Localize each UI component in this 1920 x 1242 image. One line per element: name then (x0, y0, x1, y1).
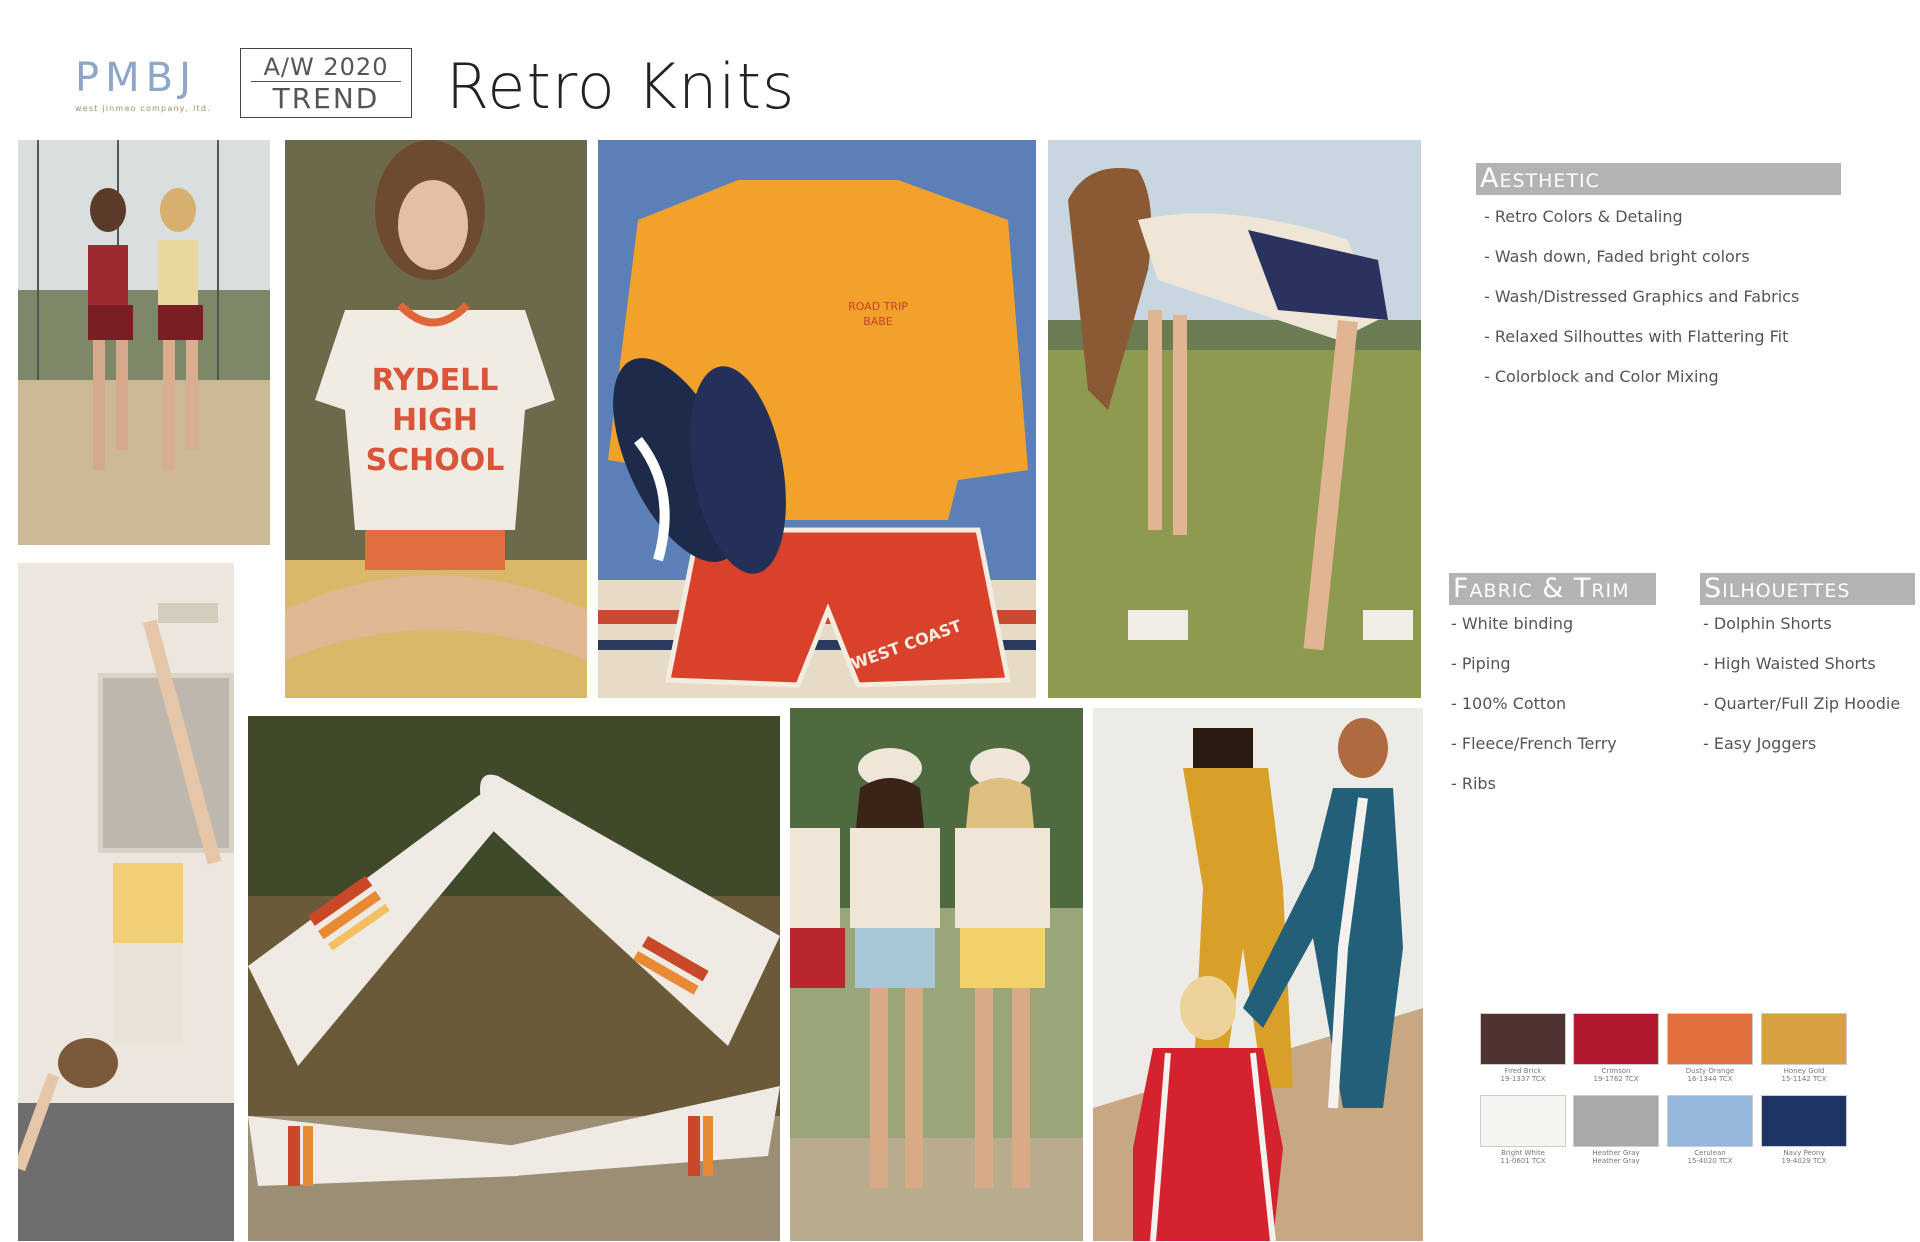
color-swatch: Dusty Orange 16-1344 TCX (1667, 1013, 1753, 1083)
list-item: - Colorblock and Color Mixing (1484, 367, 1719, 386)
swatch-code: 15-1142 TCX (1781, 1075, 1827, 1083)
swatch-code: 19-1762 TCX (1593, 1075, 1639, 1083)
swatch-code: 19-1337 TCX (1500, 1075, 1546, 1083)
logo-subtitle: west jinmao company, ltd. (75, 104, 211, 113)
list-item: - Easy Joggers (1703, 734, 1817, 753)
swatch-chip (1761, 1095, 1847, 1147)
page-title: Retro Knits (446, 50, 796, 123)
svg-text:RYDELL: RYDELL (372, 363, 499, 398)
photo-tracksuits-group (1093, 708, 1423, 1241)
photo-orange-sweatshirt-flatlay: ROAD TRIP BABE WEST COAST (598, 140, 1036, 698)
logo-initials: PMBJ (75, 55, 197, 101)
list-item: - Quarter/Full Zip Hoodie (1703, 694, 1901, 713)
color-swatch: Cerulean 15-4020 TCX (1667, 1095, 1753, 1165)
trend-badge: A/W 2020 TREND (240, 48, 412, 118)
silhouettes-list: - Dolphin Shorts - High Waisted Shorts -… (1703, 614, 1900, 774)
photo-handstand (18, 563, 234, 1241)
swatch-code: 15-4020 TCX (1687, 1157, 1733, 1165)
swatch-chip (1480, 1095, 1566, 1147)
swatch-label: Fired Brick (1504, 1067, 1542, 1075)
list-item: - Piping (1451, 654, 1511, 673)
color-swatch: Bright White 11-0601 TCX (1480, 1095, 1566, 1165)
swatch-chip (1573, 1013, 1659, 1065)
color-swatch: Navy Peony 19-4029 TCX (1761, 1095, 1847, 1165)
svg-text:HIGH: HIGH (392, 403, 478, 438)
list-item: - Retro Colors & Detaling (1484, 207, 1683, 226)
swatch-chip (1480, 1013, 1566, 1065)
color-swatch: Crimson 19-1762 TCX (1573, 1013, 1659, 1083)
list-item: - Ribs (1451, 774, 1496, 793)
swatch-chip (1667, 1095, 1753, 1147)
list-item: - 100% Cotton (1451, 694, 1567, 713)
swatch-code: 19-4029 TCX (1781, 1157, 1827, 1165)
svg-text:SCHOOL: SCHOOL (366, 443, 505, 478)
list-item: - Fleece/French Terry (1451, 734, 1617, 753)
list-item: - Wash down, Faded bright colors (1484, 247, 1750, 266)
fabric-trim-list: - White binding - Piping - 100% Cotton -… (1451, 614, 1617, 814)
swatch-code: Heather Gray (1592, 1157, 1640, 1165)
list-item: - Relaxed Silhouttes with Flattering Fit (1484, 327, 1789, 346)
pmbj-logo: PMBJ west jinmao company, ltd. (75, 50, 225, 120)
trend-label: TREND (272, 82, 380, 115)
fabric-trim-heading: Fabric & Trim (1449, 573, 1656, 605)
color-swatch: Heather Gray Heather Gray (1573, 1095, 1659, 1165)
swatch-chip (1667, 1013, 1753, 1065)
silhouettes-heading: Silhouettes (1700, 573, 1915, 605)
swatch-label: Navy Peony (1783, 1149, 1825, 1157)
swatch-chip (1573, 1095, 1659, 1147)
photo-stretching-girl (1048, 140, 1421, 698)
swatch-code: 16-1344 TCX (1687, 1075, 1733, 1083)
swatch-label: Cerulean (1694, 1149, 1726, 1157)
photo-two-runners (18, 140, 270, 545)
svg-text:BABE: BABE (863, 315, 893, 328)
photo-striped-socks (248, 716, 780, 1241)
swatch-label: Crimson (1601, 1067, 1631, 1075)
swatch-label: Honey Gold (1783, 1067, 1825, 1075)
aesthetic-heading: Aesthetic (1476, 163, 1841, 195)
swatch-code: 11-0601 TCX (1500, 1157, 1546, 1165)
list-item: - Dolphin Shorts (1703, 614, 1832, 633)
list-item: - White binding (1451, 614, 1574, 633)
swatch-label: Bright White (1501, 1149, 1545, 1157)
svg-text:ROAD TRIP: ROAD TRIP (848, 300, 908, 313)
swatch-label: Dusty Orange (1685, 1067, 1735, 1075)
color-swatch: Honey Gold 15-1142 TCX (1761, 1013, 1847, 1083)
swatch-label: Heather Gray (1592, 1149, 1640, 1157)
season-label: A/W 2020 (251, 53, 401, 82)
list-item: - High Waisted Shorts (1703, 654, 1876, 673)
photo-rydell-tee: RYDELL HIGH SCHOOL (285, 140, 587, 698)
color-swatch: Fired Brick 19-1337 TCX (1480, 1013, 1566, 1083)
photo-three-girls-shorts (790, 708, 1083, 1241)
swatch-chip (1761, 1013, 1847, 1065)
list-item: - Wash/Distressed Graphics and Fabrics (1484, 287, 1800, 306)
aesthetic-list: - Retro Colors & Detaling - Wash down, F… (1484, 207, 1799, 407)
